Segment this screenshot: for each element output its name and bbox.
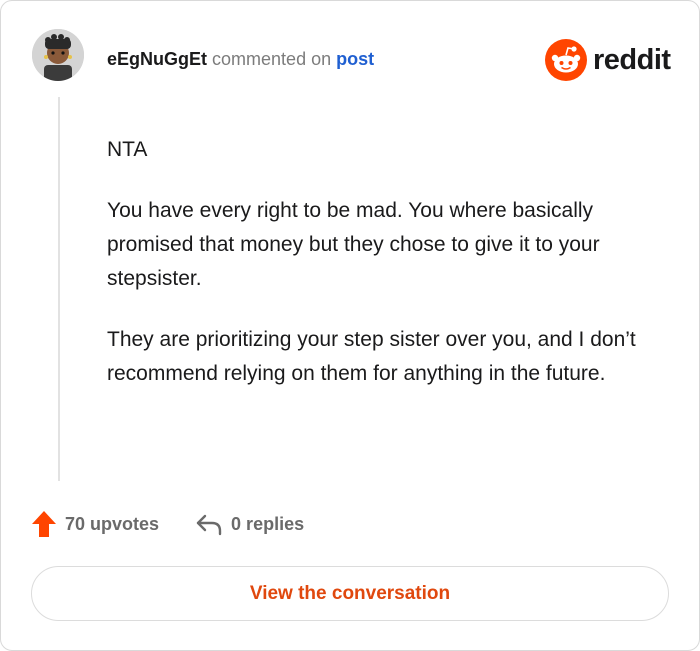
comment-actions: 70 upvotes 0 replies — [31, 509, 304, 539]
avatar-image — [32, 29, 84, 81]
replies-button[interactable]: 0 replies — [195, 512, 304, 536]
upvote-arrow-icon — [32, 511, 56, 537]
comment-paragraph: NTA — [107, 138, 148, 161]
comment-body: NTA You have every right to be mad. You … — [107, 133, 667, 418]
upvote-button[interactable]: 70 upvotes — [31, 510, 159, 538]
comment-embed-card: eEgNuGgEt commented on post reddit NTA Y… — [0, 0, 700, 651]
reddit-logo[interactable]: reddit — [545, 39, 671, 81]
reddit-wordmark: reddit — [593, 44, 671, 76]
comment-paragraph: They are prioritizing your step sister o… — [107, 328, 636, 385]
comment-header: eEgNuGgEt commented on post — [107, 47, 374, 71]
comment-paragraph: You have every right to be mad. You wher… — [107, 199, 600, 290]
reddit-logo-icon — [545, 39, 587, 81]
reply-arrow-icon — [196, 514, 222, 536]
post-link[interactable]: post — [336, 49, 374, 69]
reply-count: 0 replies — [231, 513, 305, 534]
avatar[interactable] — [32, 29, 84, 81]
thread-line — [58, 97, 60, 481]
username[interactable]: eEgNuGgEt — [107, 49, 207, 69]
upvote-count: 70 upvotes — [65, 513, 160, 534]
view-conversation-button[interactable]: View the conversation — [31, 566, 669, 621]
commented-on-text: commented on — [212, 49, 332, 69]
